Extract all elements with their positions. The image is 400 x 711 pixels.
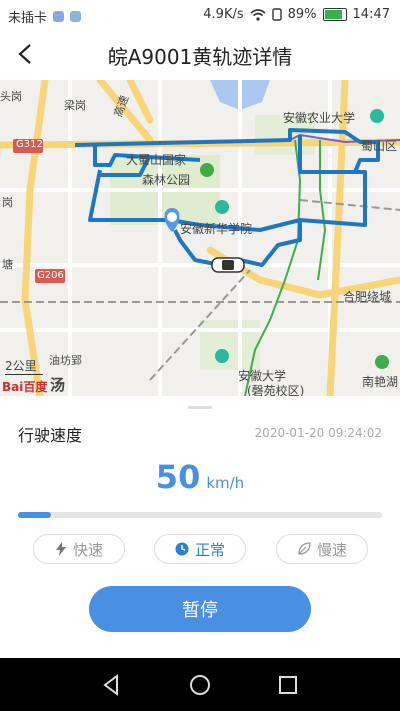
map-label: 森林公园 [142, 173, 191, 187]
map-label: 蜀山区 [361, 139, 398, 153]
phone-icon [271, 8, 282, 21]
map-view[interactable]: 头岗 梁岗 高速 G312 大蜀山国家 森林公园 安徽农业大学 蜀山区 安徽新华… [0, 80, 400, 396]
status-bar: 未插卡 4.9K/s 89% 14:47 [0, 0, 400, 30]
map-label: 塘 [2, 258, 13, 271]
speed-mode-selector: 快速 正常 慢速 [33, 534, 368, 564]
carrier-text: 未插卡 [8, 11, 48, 26]
nav-recents-icon[interactable] [275, 672, 301, 698]
park-poi-icon [200, 163, 214, 177]
map-label: 南艳湖 [362, 375, 399, 389]
fast-speed-button[interactable]: 快速 [33, 534, 125, 564]
normal-speed-button[interactable]: 正常 [154, 534, 246, 564]
map-label: 合肥绕城 [343, 290, 392, 304]
app-header: 皖A9001黄轨迹详情 [0, 30, 400, 80]
chip-label: 慢速 [316, 540, 347, 559]
speed-unit: km/h [206, 474, 245, 492]
panel-title: 行驶速度 [18, 426, 83, 445]
leaf-icon [298, 542, 311, 555]
drag-handle[interactable] [188, 406, 212, 409]
map-label: 大蜀山国家 [126, 153, 187, 167]
map-label: 岗 [2, 196, 13, 209]
map-label: 安徽新华学院 [180, 222, 253, 236]
battery-percent: 89% [287, 7, 317, 22]
speed-value: 50 [155, 458, 201, 496]
university-poi-icon [370, 109, 384, 123]
start-marker-icon[interactable] [164, 208, 180, 232]
map-label: (磬苑校区) [247, 384, 305, 396]
nav-home-icon[interactable] [187, 672, 213, 698]
chip-label: 正常 [194, 540, 225, 559]
scale-bar: 2公里 [5, 357, 43, 375]
clock-icon [175, 542, 189, 556]
timestamp: 2020-01-20 09:24:02 [254, 426, 382, 440]
map-label: 油坊郢 [49, 354, 82, 367]
university-poi-icon-2 [215, 349, 229, 363]
map-label: 梁岗 [64, 99, 86, 112]
map-label: 头岗 [0, 90, 22, 103]
school-poi-icon [215, 200, 229, 214]
battery-icon [322, 8, 347, 21]
system-nav-bar [0, 658, 400, 711]
map-canvas [0, 80, 400, 396]
notification-app-icon [53, 11, 65, 22]
car-icon[interactable] [211, 257, 245, 273]
speed-readout: 50 km/h [0, 458, 400, 496]
wifi-icon [250, 8, 266, 21]
map-label: G312 [16, 139, 43, 150]
pause-button[interactable]: 暂停 [89, 586, 311, 632]
playback-progress-bar[interactable] [18, 512, 382, 518]
slow-speed-button[interactable]: 慢速 [276, 534, 368, 564]
lightning-icon [55, 542, 66, 556]
nav-back-icon[interactable] [99, 672, 125, 698]
network-speed: 4.9K/s [203, 7, 244, 22]
map-label: 安徽农业大学 [283, 111, 356, 125]
baidu-logo: Bai百度 [2, 380, 48, 394]
chip-label: 快速 [72, 540, 103, 559]
notification-app-icon-2 [70, 11, 82, 22]
page-title: 皖A9001黄轨迹详情 [107, 45, 293, 69]
map-label: 汤 [50, 376, 66, 394]
lake-poi-icon [375, 355, 389, 369]
speed-panel: 行驶速度 2020-01-20 09:24:02 50 km/h 快速 正常 慢速 [0, 396, 400, 658]
clock-time: 14:47 [352, 7, 390, 22]
progress-fill [18, 512, 51, 518]
map-label: G206 [37, 270, 64, 281]
